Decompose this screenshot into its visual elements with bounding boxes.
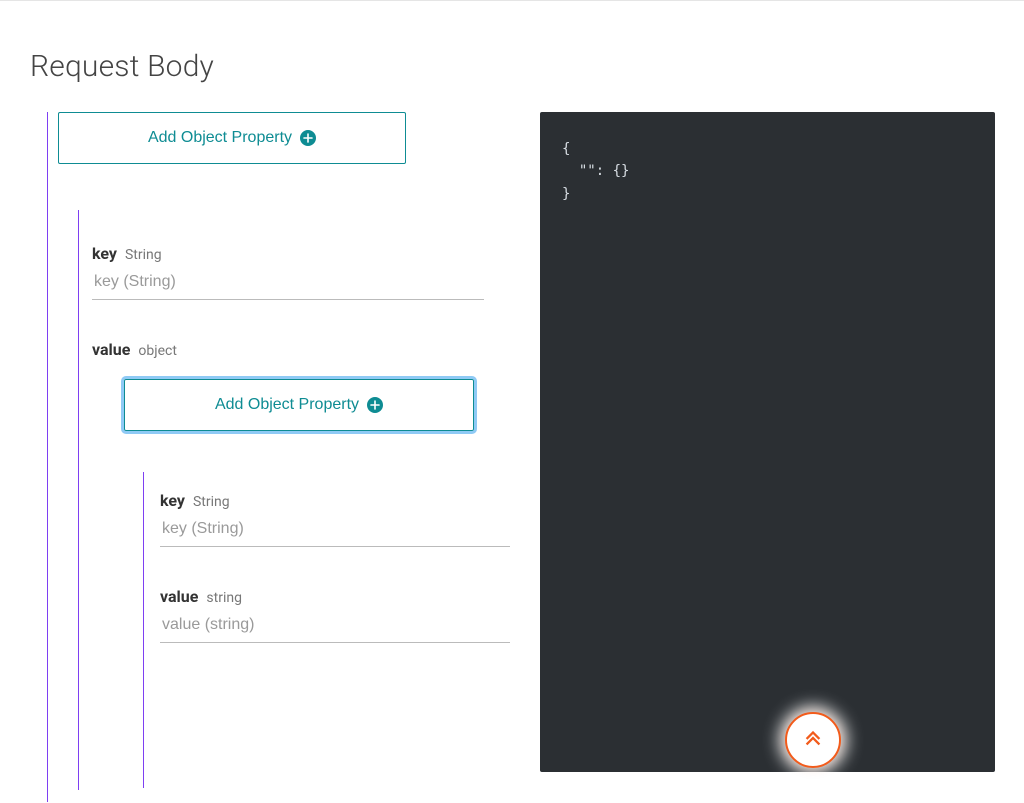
json-preview: { "": {} } [540, 112, 995, 772]
field-type: string [206, 590, 242, 606]
field-label: value string [160, 587, 510, 606]
field-block-value-l0: value object [92, 340, 484, 359]
add-object-property-label: Add Object Property [148, 129, 292, 147]
scroll-to-top-button[interactable] [785, 712, 841, 768]
field-type: String [193, 494, 230, 510]
field-block-key-l0: key String [92, 244, 484, 300]
field-name: value [160, 587, 198, 606]
key-input[interactable] [160, 514, 510, 547]
field-name: key [92, 244, 117, 263]
field-name: value [92, 340, 130, 359]
field-block-key-l1: key String [160, 491, 510, 547]
page-title: Request Body [30, 49, 994, 84]
top-hairline [0, 0, 1024, 1]
double-chevron-up-icon [802, 727, 824, 753]
field-type: String [125, 247, 162, 263]
tree-guide-line [78, 210, 79, 790]
nested-container: Add Object Property [124, 379, 474, 431]
plus-icon [367, 397, 383, 413]
plus-icon [300, 130, 316, 146]
field-type: object [138, 343, 177, 359]
field-label: key String [160, 491, 510, 510]
value-input[interactable] [160, 610, 510, 643]
key-input[interactable] [92, 267, 484, 300]
request-body-editor: Add Object Property key String value obj… [30, 112, 510, 643]
field-name: key [160, 491, 185, 510]
add-object-property-button[interactable]: Add Object Property [124, 379, 474, 431]
field-block-value-l1: value string [160, 587, 510, 643]
add-object-property-button[interactable]: Add Object Property [58, 112, 406, 164]
tree-guide-line [47, 112, 48, 802]
field-label: value object [92, 340, 484, 359]
field-label: key String [92, 244, 484, 263]
add-object-property-label: Add Object Property [215, 396, 359, 414]
tree-guide-line [143, 472, 144, 788]
